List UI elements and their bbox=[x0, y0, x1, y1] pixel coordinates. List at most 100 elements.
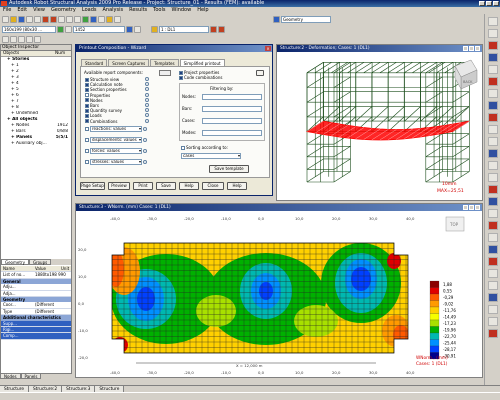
save-button[interactable]: Save bbox=[156, 182, 176, 190]
offsets-tool-icon[interactable] bbox=[487, 113, 498, 122]
load-definition-tool-icon[interactable] bbox=[487, 161, 498, 170]
prop-value[interactable] bbox=[33, 321, 71, 326]
option-radio[interactable] bbox=[145, 82, 149, 87]
help-icon[interactable] bbox=[114, 16, 121, 23]
settings-tool-icon[interactable] bbox=[487, 329, 498, 338]
result-select[interactable]: forces: values ▾ bbox=[90, 148, 142, 154]
add-component-button[interactable] bbox=[159, 70, 171, 76]
number-combo[interactable]: 1452 bbox=[73, 26, 125, 33]
print-icon[interactable] bbox=[26, 16, 33, 23]
tab-standard[interactable]: Standard bbox=[81, 59, 108, 66]
options-button[interactable] bbox=[256, 70, 264, 76]
option-radio[interactable] bbox=[145, 118, 149, 123]
option-radio[interactable] bbox=[145, 108, 149, 113]
tab-simplified-printout[interactable]: Simplified printout bbox=[179, 59, 225, 66]
checkbox-icon[interactable] bbox=[85, 93, 89, 98]
option-radio[interactable] bbox=[145, 77, 149, 81]
next-case-icon[interactable] bbox=[218, 26, 225, 33]
view-cube-top[interactable]: TOP bbox=[445, 216, 465, 232]
prop-value[interactable]: (Different bbox=[33, 302, 71, 307]
view2-maximize-button[interactable] bbox=[469, 205, 474, 210]
option-radio[interactable] bbox=[145, 113, 149, 118]
filter-bars-field[interactable] bbox=[202, 106, 262, 112]
checkbox-icon[interactable] bbox=[85, 77, 89, 82]
calculate-icon[interactable] bbox=[82, 16, 89, 23]
load-cases-tool-icon[interactable] bbox=[487, 149, 498, 158]
filter-modes-field[interactable] bbox=[202, 130, 262, 136]
map-drawing[interactable]: -40,0 -30,0 -20,0 -10,0 0,0 10,0 20,0 30,0 40,0 … bbox=[76, 211, 482, 377]
option-radio[interactable] bbox=[145, 87, 149, 92]
open-file-icon[interactable] bbox=[10, 16, 17, 23]
checkbox-icon[interactable] bbox=[179, 75, 183, 80]
menu-tools[interactable]: Tools bbox=[153, 7, 165, 14]
sections-tool-icon[interactable] bbox=[487, 53, 498, 62]
result-checkbox[interactable] bbox=[85, 160, 89, 164]
selection-icon[interactable] bbox=[126, 26, 133, 33]
tab-panels[interactable]: Panels bbox=[20, 373, 42, 379]
tables-tool-icon[interactable] bbox=[487, 221, 498, 230]
paste-icon[interactable] bbox=[74, 16, 81, 23]
checkbox-icon[interactable] bbox=[85, 82, 89, 87]
case-combo[interactable]: 1 : DL1 bbox=[159, 26, 209, 33]
prop-value[interactable] bbox=[33, 284, 71, 289]
analysis-tool-icon[interactable] bbox=[487, 185, 498, 194]
help-button[interactable]: Help bbox=[179, 182, 199, 190]
checkbox-icon[interactable] bbox=[85, 113, 89, 118]
prop-value[interactable]: (Different bbox=[33, 309, 71, 314]
option-radio[interactable] bbox=[145, 97, 149, 102]
help-button-2[interactable]: Help bbox=[227, 182, 247, 190]
prop-row[interactable]: Comp... bbox=[1, 333, 71, 340]
sorting-select[interactable]: cases ▾ bbox=[181, 153, 241, 159]
report-icon[interactable] bbox=[106, 16, 113, 23]
copy-icon[interactable] bbox=[66, 16, 73, 23]
checkbox-icon[interactable] bbox=[85, 98, 89, 103]
checkbox-icon[interactable] bbox=[85, 119, 89, 124]
grid-tool-icon[interactable] bbox=[487, 305, 498, 314]
snap-tool-icon[interactable] bbox=[487, 293, 498, 302]
zoom-all-icon[interactable] bbox=[34, 35, 41, 43]
checkbox-icon[interactable] bbox=[179, 70, 183, 75]
prop-value[interactable] bbox=[33, 291, 71, 296]
maps-tool-icon[interactable] bbox=[487, 209, 498, 218]
materials-tool-icon[interactable] bbox=[487, 65, 498, 74]
menu-loads[interactable]: Loads bbox=[82, 7, 97, 14]
preview-button[interactable]: Preview bbox=[108, 182, 130, 190]
view2-close-button[interactable] bbox=[475, 205, 480, 210]
supports-tool-icon[interactable] bbox=[487, 41, 498, 50]
zoom-icon[interactable] bbox=[134, 26, 141, 33]
tab-groups[interactable]: Groups bbox=[28, 259, 52, 265]
section-combo[interactable]: 160x199 (80x30 ... bbox=[2, 26, 56, 33]
select-icon[interactable] bbox=[65, 26, 72, 33]
save-template-button[interactable]: Save template bbox=[209, 165, 249, 173]
panels-tool-icon[interactable] bbox=[487, 77, 498, 86]
diagrams-tool-icon[interactable] bbox=[487, 197, 498, 206]
option-checkbox[interactable]: Code combinations bbox=[179, 75, 259, 80]
checkbox-icon[interactable] bbox=[85, 103, 89, 108]
menu-help[interactable]: Help bbox=[197, 7, 208, 14]
component-checkbox[interactable]: Combinations bbox=[85, 119, 145, 124]
option-radio[interactable] bbox=[143, 149, 147, 153]
results-icon[interactable] bbox=[90, 16, 97, 23]
structure-3d-drawing[interactable]: BACK 10mm MAX=25,51 bbox=[277, 52, 482, 200]
view-xz-icon[interactable] bbox=[10, 35, 17, 43]
cables-tool-icon[interactable] bbox=[487, 125, 498, 134]
checkbox-icon[interactable] bbox=[85, 87, 89, 92]
close-window-button[interactable] bbox=[493, 1, 499, 6]
bars-tool-icon[interactable] bbox=[487, 29, 498, 38]
redo-icon[interactable] bbox=[50, 16, 57, 23]
close-button[interactable]: Close bbox=[202, 182, 224, 190]
option-radio[interactable] bbox=[143, 127, 147, 131]
preview-icon[interactable] bbox=[34, 16, 41, 23]
tab-templates[interactable]: Templates bbox=[150, 59, 179, 66]
filter-icon[interactable] bbox=[57, 26, 64, 33]
result-select[interactable]: displacements: values ▾ bbox=[90, 137, 142, 143]
view-3d-icon[interactable] bbox=[2, 35, 9, 43]
minimize-button[interactable] bbox=[479, 1, 485, 6]
table-icon[interactable] bbox=[98, 16, 105, 23]
view2-minimize-button[interactable] bbox=[463, 205, 468, 210]
view-xy-icon[interactable] bbox=[18, 35, 25, 43]
menu-analysis[interactable]: Analysis bbox=[102, 7, 123, 14]
zoom-window-icon[interactable] bbox=[26, 35, 33, 43]
object-tree[interactable]: + Stories + 1 + 2 + 3 + 4 + 5 + 6 + 7 + 8 + Undef… bbox=[1, 57, 71, 147]
dimension-tool-icon[interactable] bbox=[487, 281, 498, 290]
